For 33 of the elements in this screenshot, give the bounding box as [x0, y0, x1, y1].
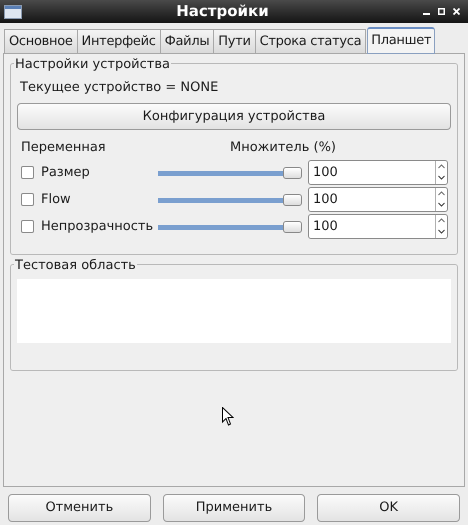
tab[interactable]: Строка статуса: [254, 29, 366, 53]
window-title: Настройки: [176, 1, 269, 22]
spin-box[interactable]: 100: [308, 214, 448, 239]
window-icon: [4, 4, 22, 18]
checkbox[interactable]: [21, 220, 34, 233]
dialog-button[interactable]: OK: [317, 494, 460, 522]
variable-label: Flow: [41, 190, 72, 209]
column-header: Переменная: [20, 139, 107, 158]
tab[interactable]: Планшет: [367, 27, 436, 54]
checkbox[interactable]: [21, 166, 34, 179]
variable-label: Непрозрачность: [41, 218, 154, 236]
close-icon[interactable]: [453, 8, 460, 15]
slider[interactable]: [158, 220, 302, 234]
slider[interactable]: [158, 192, 302, 206]
dialog-button[interactable]: Отменить: [8, 494, 151, 522]
slider-thumb[interactable]: [283, 194, 302, 206]
spin-box[interactable]: 100: [308, 187, 448, 212]
current-device-label: Текущее устройство = NONE: [20, 79, 218, 98]
configure-device-button[interactable]: Конфигурация устройства: [17, 103, 451, 130]
tab[interactable]: Файлы: [160, 29, 214, 53]
spin-box[interactable]: 100: [308, 160, 448, 185]
tab[interactable]: Интерфейс: [76, 29, 161, 53]
slider-thumb[interactable]: [283, 220, 302, 232]
variable-label: Размер: [41, 164, 91, 182]
tab[interactable]: Основное: [4, 29, 78, 53]
column-header: Множитель (%): [230, 139, 336, 158]
tab[interactable]: Пути: [213, 29, 256, 53]
checkbox[interactable]: [21, 193, 34, 206]
maximize-icon[interactable]: [438, 8, 445, 15]
slider[interactable]: [158, 166, 302, 180]
cursor-icon: [222, 407, 234, 426]
dialog-button[interactable]: Применить: [162, 494, 306, 522]
slider-thumb[interactable]: [283, 166, 302, 178]
